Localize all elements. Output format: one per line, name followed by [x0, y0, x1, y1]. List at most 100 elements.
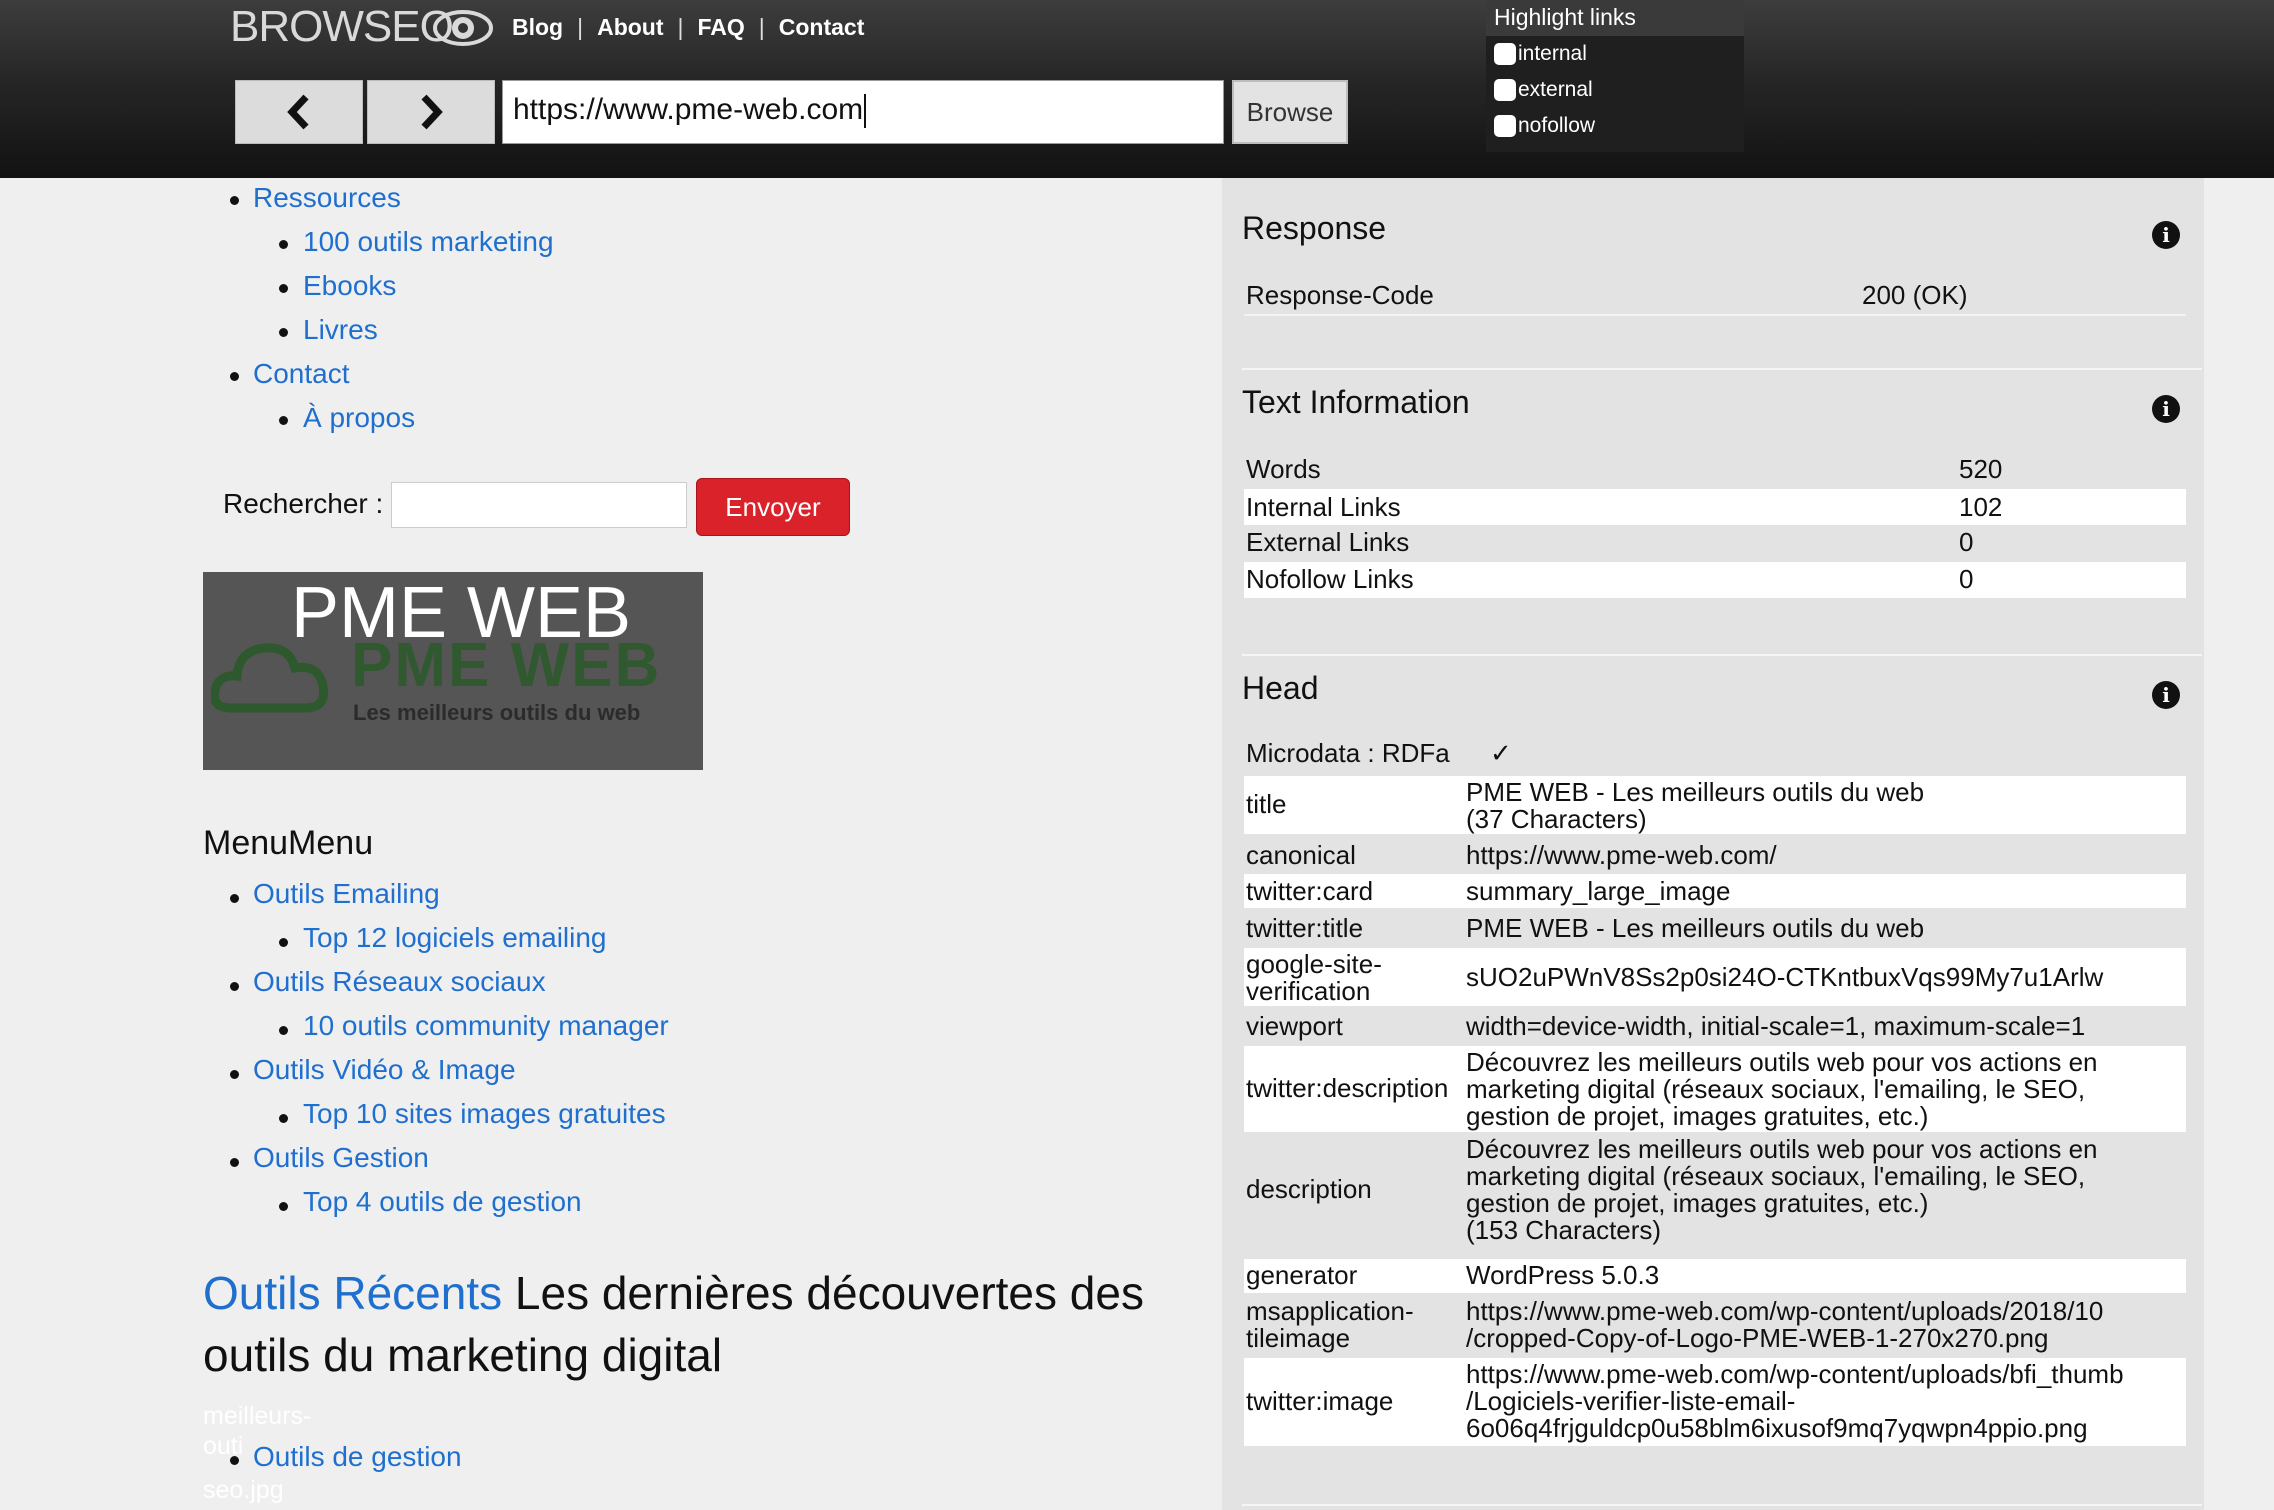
chevron-left-icon: [287, 94, 309, 130]
menu-link-a-propos[interactable]: À propos: [303, 402, 415, 434]
external-checkbox[interactable]: [1494, 79, 1516, 101]
menu-link-ressources[interactable]: Ressources: [253, 182, 401, 214]
response-section-title: Response: [1242, 210, 1387, 246]
text-info-row: Words 520: [1244, 454, 2186, 488]
highlight-links-panel: Highlight links internal external nofoll…: [1486, 0, 1744, 152]
head-key: description: [1246, 1174, 1372, 1204]
list-bullet: [230, 196, 239, 205]
text-info-section-title: Text Information: [1242, 384, 1470, 420]
head-key: twitter:title: [1246, 913, 1364, 943]
head-key: google-site-verification: [1246, 951, 1382, 1005]
head-value-line: marketing digital (réseaux sociaux, l'em…: [1466, 1161, 2086, 1191]
site-banner[interactable]: PME WEB Les meilleurs outils du web PME …: [203, 572, 703, 770]
menu-link-outils-de-gestion[interactable]: Outils de gestion: [253, 1441, 462, 1473]
head-value: WordPress 5.0.3: [1466, 1260, 1660, 1290]
text-caret: [864, 94, 867, 129]
checkmark-icon: ✓: [1490, 738, 1512, 768]
browseo-logo[interactable]: BROWSEO: [230, 2, 454, 52]
head-key: generator: [1246, 1260, 1358, 1290]
forward-button[interactable]: [367, 80, 495, 144]
highlight-internal-option[interactable]: internal: [1486, 36, 1744, 72]
external-links-value: 0: [1959, 527, 1974, 557]
nav-about[interactable]: About: [597, 14, 663, 40]
head-row-twitter-title: twitter:title PME WEB - Les meilleurs ou…: [1244, 910, 2186, 946]
head-row-twitter-card: twitter:card summary_large_image: [1244, 874, 2186, 908]
list-bullet: [279, 240, 288, 249]
menu-link-100-outils[interactable]: 100 outils marketing: [303, 226, 554, 258]
head-value-line: gestion de projet, images gratuites, etc…: [1466, 1101, 1929, 1131]
menu-link-ebooks[interactable]: Ebooks: [303, 270, 396, 302]
head-value-line: marketing digital (réseaux sociaux, l'em…: [1466, 1074, 2086, 1104]
response-code-key: Response-Code: [1246, 280, 1434, 310]
text-info-row: Internal Links 102: [1244, 489, 2186, 525]
chevron-right-icon: [421, 94, 443, 130]
head-value: https://www.pme-web.com/wp-content/uploa…: [1466, 1361, 2186, 1442]
internal-links-value: 102: [1959, 492, 2003, 522]
head-value: https://www.pme-web.com/wp-content/uploa…: [1466, 1298, 2186, 1352]
head-key-line: google-site-: [1246, 949, 1382, 979]
info-icon[interactable]: i: [2152, 221, 2180, 249]
nofollow-label: nofollow: [1518, 114, 1596, 137]
nofollow-links-value: 0: [1959, 564, 1974, 594]
section-divider: [1242, 1504, 2202, 1506]
head-row-generator: generator WordPress 5.0.3: [1244, 1259, 2186, 1293]
head-value-line: /cropped-Copy-of-Logo-PME-WEB-1-270x270.…: [1466, 1323, 2049, 1353]
head-key-line: verification: [1246, 976, 1371, 1006]
head-key-line: msapplication-: [1246, 1296, 1414, 1326]
head-key: twitter:description: [1246, 1073, 1449, 1103]
words-value: 520: [1959, 454, 2003, 484]
search-input[interactable]: [391, 482, 687, 528]
head-key-line: tileimage: [1246, 1323, 1351, 1353]
back-button[interactable]: [235, 80, 363, 144]
head-row-twitter-description: twitter:description Découvrez les meille…: [1244, 1046, 2186, 1132]
head-row-msapplication-tileimage: msapplication-tileimage https://www.pme-…: [1244, 1295, 2186, 1353]
top-bar: BROWSEO Blog | About | FAQ | Contact https://w…: [0, 0, 2274, 178]
top-nav: Blog | About | FAQ | Contact: [512, 14, 864, 41]
nav-blog[interactable]: Blog: [512, 14, 563, 40]
head-value-line: https://www.pme-web.com/wp-content/uploa…: [1466, 1296, 2104, 1326]
eye-icon: [433, 10, 493, 46]
head-key: msapplication-tileimage: [1246, 1298, 1414, 1352]
head-row-viewport: viewport width=device-width, initial-sca…: [1244, 1010, 2186, 1044]
head-key: twitter:image: [1246, 1386, 1394, 1416]
nav-faq[interactable]: FAQ: [698, 14, 745, 40]
recent-tools-link[interactable]: Outils Récents: [203, 1267, 502, 1319]
head-key: twitter:card: [1246, 876, 1374, 906]
browse-button[interactable]: Browse: [1232, 80, 1348, 144]
words-key: Words: [1246, 454, 1321, 484]
url-input[interactable]: https://www.pme-web.com: [502, 80, 1224, 144]
highlight-nofollow-option[interactable]: nofollow: [1486, 108, 1744, 144]
head-value: summary_large_image: [1466, 876, 1731, 906]
head-key: title: [1246, 789, 1287, 819]
head-value-line: Découvrez les meilleurs outils web pour …: [1466, 1134, 2098, 1164]
info-icon[interactable]: i: [2152, 681, 2180, 709]
recent-tools-heading: Outils Récents Les dernières découvertes…: [203, 1262, 1203, 1386]
head-value: https://www.pme-web.com/: [1466, 840, 1777, 870]
list-bullet: [279, 328, 288, 337]
menu-link-livres[interactable]: Livres: [303, 314, 378, 346]
head-row-twitter-image: twitter:image https://www.pme-web.com/wp…: [1244, 1358, 2186, 1446]
highlight-external-option[interactable]: external: [1486, 72, 1744, 108]
nav-separator: |: [677, 14, 684, 40]
text-info-row: Nofollow Links 0: [1244, 562, 2186, 598]
send-button[interactable]: Envoyer: [696, 478, 850, 536]
menu-link-contact[interactable]: Contact: [253, 358, 350, 390]
head-value-line: (153 Characters): [1466, 1215, 1662, 1245]
response-code-row: Response-Code 200 (OK): [1244, 280, 2186, 316]
head-row-google-verification: google-site-verification sUO2uPWnV8Ss2p0…: [1244, 948, 2186, 1006]
info-icon[interactable]: i: [2152, 395, 2180, 423]
head-value: Découvrez les meilleurs outils web pour …: [1466, 1136, 2186, 1244]
list-bullet: [230, 372, 239, 381]
nofollow-links-key: Nofollow Links: [1246, 564, 1414, 594]
head-value-line: (37 Characters): [1466, 804, 1647, 834]
head-value-line: Découvrez les meilleurs outils web pour …: [1466, 1047, 2098, 1077]
list-bullet: [279, 284, 288, 293]
microdata-row: Microdata : RDFa ✓: [1244, 740, 2186, 774]
external-label: external: [1518, 78, 1593, 101]
nofollow-checkbox[interactable]: [1494, 115, 1516, 137]
broken-image-alt-text: meilleurs-: [203, 1402, 312, 1430]
internal-checkbox[interactable]: [1494, 43, 1516, 65]
banner-tagline: Les meilleurs outils du web: [353, 700, 641, 725]
external-links-key: External Links: [1246, 527, 1410, 557]
nav-contact[interactable]: Contact: [779, 14, 865, 40]
